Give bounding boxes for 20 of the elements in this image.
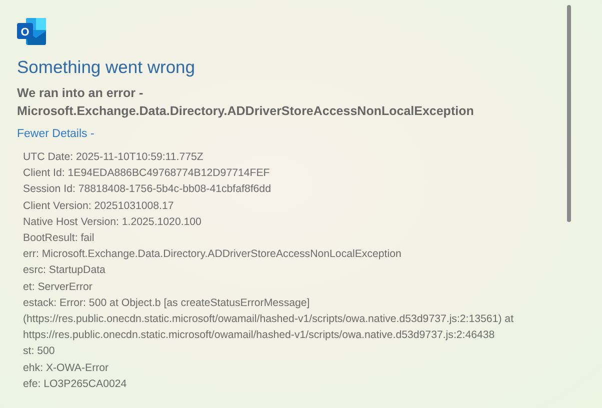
error-message: We ran into an error - <box>17 85 144 102</box>
detail-line: (https://res.public.onecdn.static.microsoft/owamail/hashed-v1/scripts/owa.native.d53d9737.js:2:13561) at <box>22 312 515 328</box>
detail-line: err: Microsoft.Exchange.Data.Directory.ADDriverStoreAccessNonLocalException <box>22 247 402 262</box>
detail-line: st: 500 <box>22 344 56 360</box>
detail-line: BootResult: fail <box>22 231 96 246</box>
detail-line: et: ServerError <box>22 280 94 295</box>
detail-line: Session Id: 78818408-1756-5b4c-bb08-41cbfaf8f6dd <box>22 182 272 198</box>
error-message: Microsoft.Exchange.Data.Directory.ADDriverStoreAccessNonLocalException <box>17 103 475 120</box>
detail-line: Client Version: 20251031008.17 <box>22 198 175 214</box>
detail-line: Client Id: 1E94EDA886BC49768774B12D97714FEF <box>22 166 271 182</box>
scrollbar[interactable] <box>567 5 571 222</box>
detail-line: UTC Date: 2025-11-10T10:59:11.775Z <box>22 150 204 165</box>
error-title: Something went wrong <box>17 57 196 78</box>
details-toggle-link[interactable]: Fewer Details - <box>17 126 94 144</box>
detail-line: ehk: X-OWA-Error <box>22 360 110 376</box>
detail-line: estack: Error: 500 at Object.b [as createStatusErrorMessage] <box>22 296 311 311</box>
detail-line: Native Host Version: 1.2025.1020.100 <box>22 214 202 230</box>
detail-line: efe: LO3P265CA0024 <box>22 376 128 392</box>
detail-line: https://res.public.onecdn.static.microsoft/owamail/hashed-v1/scripts/owa.native.d53d9737.js:2:46438 <box>22 328 496 344</box>
detail-line: esrc: StartupData <box>22 263 106 278</box>
